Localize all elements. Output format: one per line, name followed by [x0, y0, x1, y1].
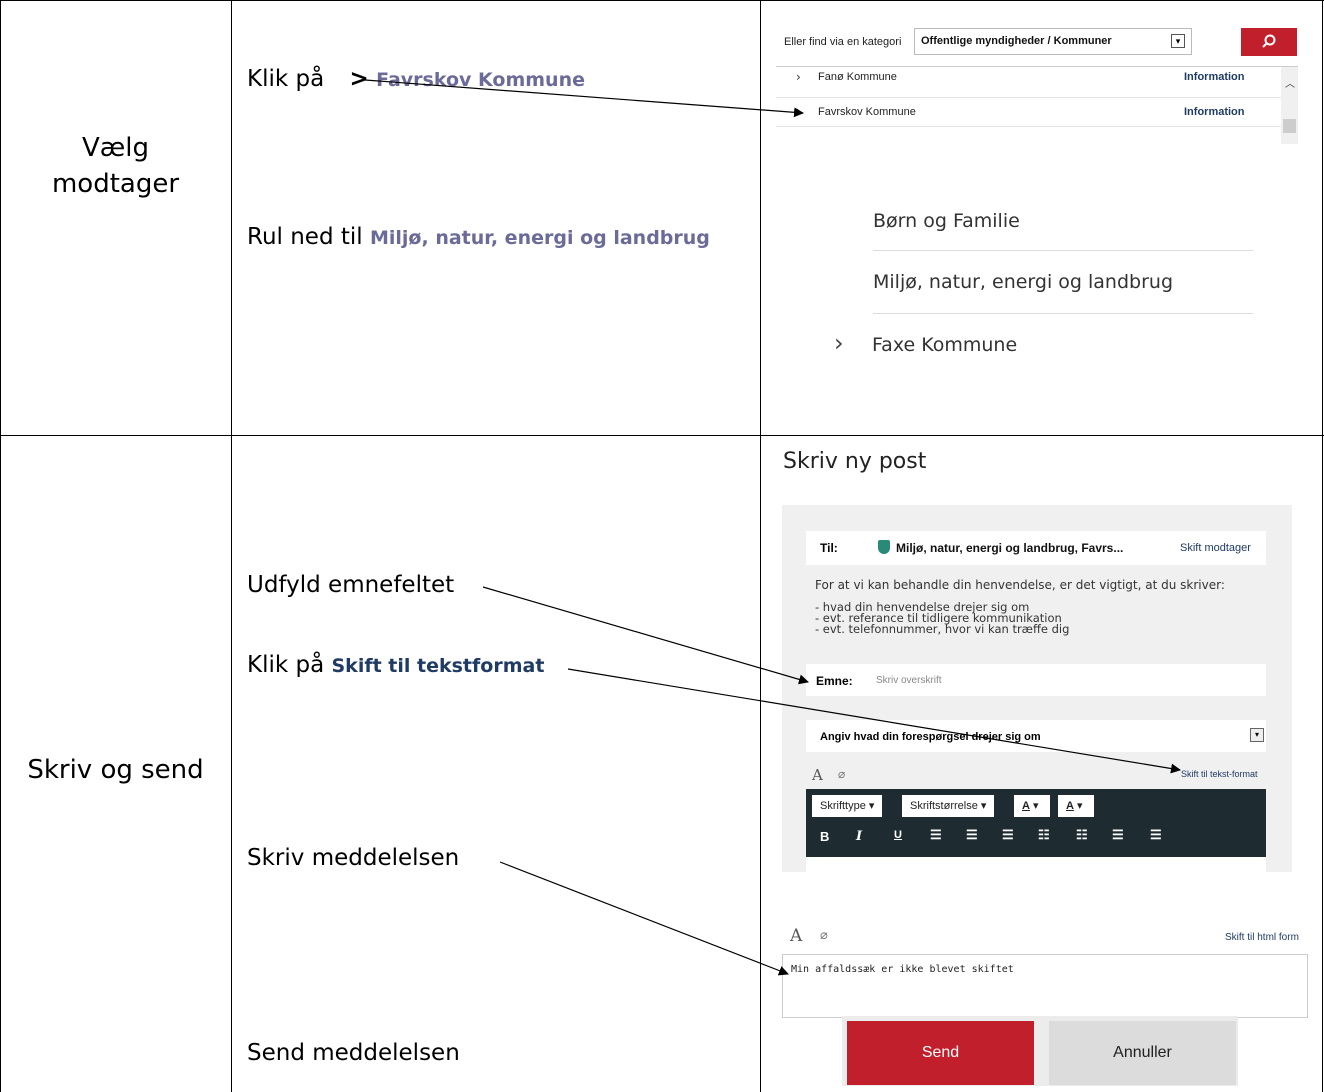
attachment-icon[interactable]: ⌀ [820, 928, 828, 943]
indent-decrease-icon[interactable]: ☰ [1112, 827, 1124, 843]
text-color-label: A [1022, 800, 1030, 812]
list-item[interactable]: › Fanø Kommune Information [776, 67, 1281, 89]
scrollbar-thumb[interactable] [1283, 119, 1296, 133]
message-textarea[interactable]: Min affaldssæk er ikke blevet skiftet [782, 954, 1308, 1018]
list-item[interactable]: › Favrskov Kommune Information [776, 97, 1281, 127]
instruction-text: Rul ned til [247, 224, 363, 250]
highlight-color-button[interactable]: A ▾ [1058, 795, 1094, 817]
bullet-list-icon[interactable]: ☷ [1038, 827, 1050, 843]
bullet-list: - hvad din henvendelse drejer sig om - e… [815, 601, 1070, 636]
instruction-text: Klik på [247, 66, 325, 92]
font-size-label: Skriftstørrelse [910, 800, 978, 812]
font-size-dropdown[interactable]: Skriftstørrelse ▾ [902, 795, 995, 817]
submenu-item-children-family[interactable]: Børn og Familie [873, 205, 1253, 251]
highlight-category: Miljø, natur, energi og landbrug [369, 227, 710, 249]
editor-toolbar: Skrifttype ▾ Skriftstørrelse ▾ A ▾ A ▾ B… [806, 789, 1266, 857]
recipient-row: Til: Miljø, natur, energi og landbrug, F… [806, 531, 1266, 565]
step-label-write-send: Skriv og send [27, 755, 204, 785]
submenu-item-environment[interactable]: Miljø, natur, energi og landbrug [873, 251, 1253, 314]
arrow-to-message [499, 861, 789, 976]
bullet-item: - evt. telefonnummer, hvor vi kan træffe… [815, 622, 1070, 636]
list-item-name: Faxe Kommune [872, 334, 1018, 356]
submenu-item-label: Miljø, natur, energi og landbrug [873, 271, 1174, 293]
font-type-label: Skrifttype [820, 800, 866, 812]
font-icon[interactable]: A [790, 926, 802, 946]
instruction-text: Klik på [247, 652, 325, 678]
font-type-dropdown[interactable]: Skrifttype ▾ [812, 795, 883, 817]
to-label: Til: [820, 541, 838, 555]
search-icon [1262, 34, 1276, 48]
subject-label: Emne: [816, 674, 853, 688]
highlight-switch-text: Skift til tekstformat [331, 655, 545, 677]
instruction-write-message: Skriv meddelelsen [247, 845, 460, 871]
category-finder-screenshot: Eller find via en kategori Offentlige my… [776, 28, 1298, 144]
indent-increase-icon[interactable]: ☰ [1150, 827, 1162, 843]
list-item-name: Favrskov Kommune [818, 106, 916, 118]
form-heading: Skriv ny post [783, 449, 927, 474]
numbered-list-icon[interactable]: ☷ [1076, 827, 1088, 843]
compose-form-screenshot: Til: Miljø, natur, energi og landbrug, F… [782, 505, 1292, 872]
shield-icon [878, 540, 890, 554]
text-editor-screenshot: A ⌀ Skift til html form Min affaldssæk e… [778, 910, 1308, 1018]
text-color-button[interactable]: A ▾ [1014, 795, 1050, 817]
table-border-top [0, 0, 1324, 1]
category-select[interactable]: Offentlige myndigheder / Kommuner ▾ [914, 28, 1192, 55]
bold-button[interactable]: B [820, 829, 829, 844]
chevron-down-icon[interactable]: ▾ [1250, 728, 1264, 742]
switch-html-format-link[interactable]: Skift til html form [1225, 932, 1299, 943]
editor-body[interactable] [806, 857, 1266, 872]
align-center-icon[interactable]: ☰ [966, 827, 978, 843]
list-item-faxe[interactable]: › Faxe Kommune [820, 325, 1253, 365]
form-intro: For at vi kan behandle din henvendelse, … [815, 578, 1225, 592]
step-label-choose-recipient: Vælg modtager [51, 133, 180, 199]
instruction-click-favrskov: Klik på > Favrskov Kommune [247, 66, 585, 92]
subject-input[interactable]: Skriv overskrift [876, 675, 942, 686]
instruction-scroll-to-category: Rul ned til Miljø, natur, energi og land… [247, 224, 710, 250]
submenu-item-label: Børn og Familie [873, 210, 1020, 232]
chevron-right-icon: › [796, 104, 801, 118]
search-button[interactable] [1241, 28, 1297, 56]
chevron-right-icon: › [834, 329, 844, 357]
expanded-municipality-screenshot: Børn og Familie Miljø, natur, energi og … [820, 205, 1255, 365]
arrow-glyph: > [349, 66, 369, 92]
category-label: Eller find via en kategori [784, 36, 902, 48]
table-col-divider-1 [231, 0, 232, 1092]
subject-field[interactable]: Emne: Skriv overskrift [806, 664, 1266, 696]
chevron-down-icon[interactable]: ▾ [1171, 34, 1185, 48]
result-list: › Fanø Kommune Information › Favrskov Ko… [776, 66, 1298, 144]
align-left-icon[interactable]: ☰ [930, 827, 942, 843]
send-button-label: Send [921, 1044, 960, 1061]
scrollbar[interactable]: ︿ [1281, 67, 1298, 144]
category-select-value: Offentlige myndigheder / Kommuner [921, 35, 1112, 47]
cancel-button[interactable]: Annuller [1049, 1021, 1236, 1085]
recipient-name: Miljø, natur, energi og landbrug, Favrs.… [896, 541, 1124, 555]
table-col-divider-2 [760, 0, 761, 1092]
italic-button[interactable]: I [856, 829, 862, 844]
font-icon[interactable]: A [812, 766, 823, 784]
instruction-send-message: Send meddelelsen [247, 1040, 460, 1066]
highlight-color-label: A [1066, 800, 1074, 812]
list-item-info-link[interactable]: Information [1184, 71, 1245, 83]
align-right-icon[interactable]: ☰ [1002, 827, 1014, 843]
topic-select[interactable]: Angiv hvad din forespørgsel drejer sig o… [806, 720, 1266, 752]
chevron-up-icon[interactable]: ︿ [1285, 75, 1295, 90]
list-item-name: Fanø Kommune [818, 71, 897, 83]
table-border-right [1322, 0, 1323, 1092]
table-row-divider [0, 435, 1324, 436]
topic-select-value: Angiv hvad din forespørgsel drejer sig o… [820, 731, 1041, 743]
underline-button[interactable]: U [894, 829, 902, 841]
instruction-fill-subject: Udfyld emnefeltet [247, 572, 455, 598]
cancel-button-label: Annuller [1113, 1044, 1172, 1061]
instruction-switch-text: Klik på Skift til tekstformat [247, 652, 544, 678]
change-recipient-link[interactable]: Skift modtager [1180, 542, 1251, 554]
send-button[interactable]: Send [847, 1021, 1034, 1085]
attachment-icon[interactable]: ⌀ [838, 767, 845, 781]
highlight-favrskov: Favrskov Kommune [376, 69, 586, 91]
chevron-right-icon: › [796, 70, 801, 84]
message-text: Min affaldssæk er ikke blevet skiftet [791, 964, 1014, 975]
switch-text-format-link[interactable]: Skift til tekst-format [1181, 769, 1258, 779]
list-item-info-link[interactable]: Information [1184, 106, 1245, 118]
